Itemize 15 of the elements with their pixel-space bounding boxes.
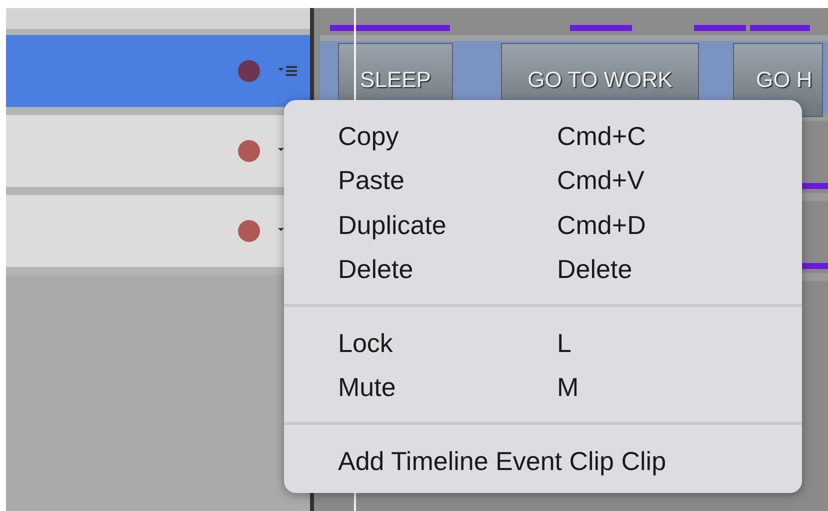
track-header[interactable]: [6, 35, 310, 115]
color-dot[interactable]: [238, 140, 260, 162]
clip-bar: [570, 25, 632, 31]
clip-bar: [694, 25, 746, 31]
color-dot[interactable]: [238, 220, 260, 242]
menu-item[interactable]: Copy Cmd+C: [338, 114, 802, 158]
menu-item[interactable]: Mute M: [338, 366, 802, 410]
menu-item[interactable]: Duplicate Cmd+D: [338, 203, 802, 248]
clip-bar: [750, 25, 810, 31]
menu-item[interactable]: Paste Cmd+V: [338, 158, 802, 203]
dropdown-menu-icon[interactable]: [278, 65, 298, 77]
color-dot[interactable]: [238, 60, 260, 82]
menu-item[interactable]: Delete Delete: [338, 248, 802, 292]
menu-item[interactable]: Add Timeline Event Clip Clip: [338, 439, 802, 484]
menu-item[interactable]: Lock L: [338, 321, 802, 366]
